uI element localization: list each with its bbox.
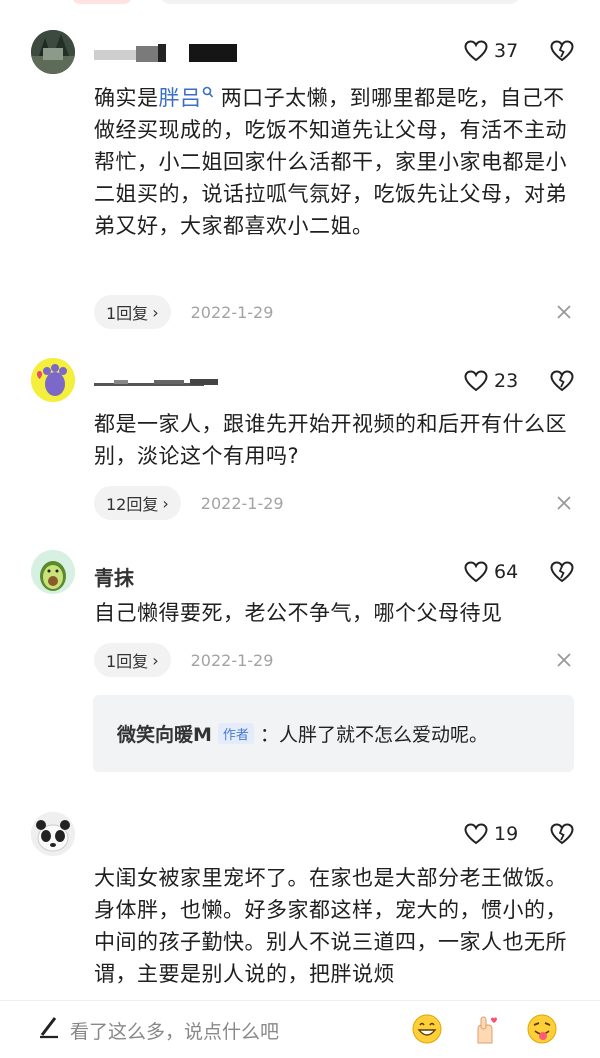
grin-emoji[interactable] (411, 1013, 443, 1045)
comment-meta: 1回复 › 2022-1-29 (94, 295, 273, 329)
avatar[interactable] (31, 358, 75, 402)
like-button[interactable]: 64 (464, 561, 518, 583)
like-button[interactable]: 19 (464, 823, 518, 845)
like-button[interactable]: 37 (464, 40, 518, 62)
finger-heart-emoji[interactable] (469, 1013, 501, 1045)
replies-button[interactable]: 1回复 › (94, 643, 171, 677)
author-name: 微笑向暖M (117, 724, 212, 746)
close-icon[interactable] (556, 652, 572, 668)
username[interactable]: 青抹 (94, 562, 134, 591)
comment-date: 2022-1-29 (190, 650, 274, 670)
comment-date: 2022-1-29 (200, 493, 284, 513)
comment-meta: 1回复 › 2022-1-29 (94, 643, 273, 677)
comment-text: 大闺女被家里宠坏了。在家也是大部分老王做饭。身体胖，也懒。好多家都这样，宠大的，… (94, 866, 567, 986)
heart-icon (464, 561, 488, 583)
author-reply[interactable]: 微笑向暖M 作者 ：人胖了就不怎么爱动呢。 (93, 695, 574, 772)
heart-icon (464, 370, 488, 392)
close-icon[interactable] (556, 495, 572, 511)
dislike-button[interactable] (550, 40, 574, 66)
like-count: 64 (494, 561, 519, 583)
broken-heart-icon (550, 561, 574, 583)
pen-icon (40, 1017, 58, 1039)
comment-input-placeholder[interactable]: 看了这么多，说点什么吧 (70, 1017, 279, 1044)
top-tab-fragment (72, 0, 132, 4)
dislike-button[interactable] (550, 823, 574, 849)
comment-meta: 12回复 › 2022-1-29 (94, 486, 284, 520)
chevron-right-icon: › (152, 302, 159, 322)
heart-icon (464, 40, 488, 62)
close-icon[interactable] (556, 304, 572, 320)
author-badge: 作者 (217, 723, 254, 744)
broken-heart-icon (550, 823, 574, 845)
comment-text: 确实是胖吕 两口子太懒，到哪里都是吃，自己不做经买现成的，吃饭不知道先让父母，有… (94, 86, 567, 238)
comment-date: 2022-1-29 (190, 302, 274, 322)
dislike-button[interactable] (550, 370, 574, 396)
like-count: 19 (494, 823, 519, 845)
replies-button[interactable]: 12回复 › (94, 486, 181, 520)
comment-input-bar[interactable]: 看了这么多，说点什么吧 (0, 1000, 600, 1058)
replies-button[interactable]: 1回复 › (94, 295, 171, 329)
avatar[interactable] (31, 812, 75, 856)
search-icon (202, 86, 213, 98)
broken-heart-icon (550, 40, 574, 62)
author-reply-text: ：人胖了就不怎么爱动呢。 (259, 724, 488, 746)
top-tab-strip (0, 0, 600, 8)
chevron-right-icon: › (152, 650, 159, 670)
keyword-link[interactable]: 胖吕 (159, 86, 214, 110)
broken-heart-icon (550, 370, 574, 392)
like-button[interactable]: 23 (464, 370, 518, 392)
top-search-fragment (160, 0, 520, 4)
avatar[interactable] (31, 550, 75, 594)
comment-text: 都是一家人，跟谁先开始开视频的和后开有什么区别，淡论这个有用吗? (94, 412, 567, 468)
username-masked[interactable] (94, 372, 224, 397)
comment-text: 自己懒得要死，老公不争气，哪个父母待见 (94, 601, 503, 625)
like-count: 23 (494, 370, 519, 392)
username-masked[interactable] (94, 42, 254, 69)
avatar[interactable] (31, 30, 75, 74)
tongue-emoji[interactable] (526, 1013, 558, 1045)
like-count: 37 (494, 40, 519, 62)
chevron-right-icon: › (162, 493, 169, 513)
dislike-button[interactable] (550, 561, 574, 587)
heart-icon (464, 823, 488, 845)
